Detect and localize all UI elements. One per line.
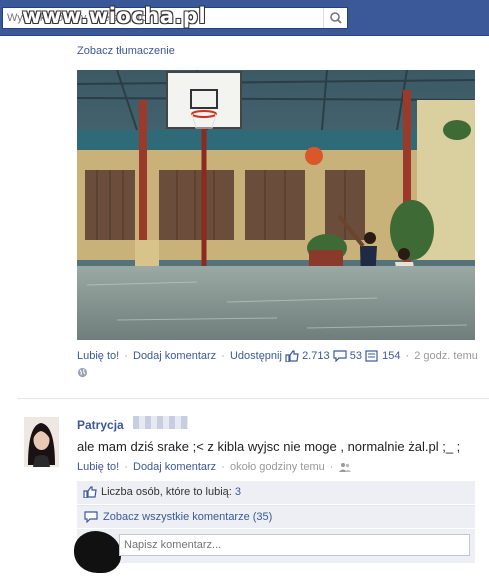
shares-count: 154 bbox=[382, 350, 401, 363]
post-time[interactable]: 2 godz. temu bbox=[414, 350, 478, 362]
comment-text: ale mam dziś srake ;< z kibla wyjsc nie … bbox=[77, 439, 461, 454]
view-all-comments-link[interactable]: Zobacz wszystkie komentarze (35) bbox=[103, 511, 272, 523]
flooded-court-image bbox=[77, 70, 475, 340]
comment-icon bbox=[84, 511, 98, 523]
add-comment-link[interactable]: Dodaj komentarz bbox=[133, 350, 216, 362]
post-photo[interactable] bbox=[77, 70, 475, 340]
likes-summary-row: Liczba osób, które to lubią: 3 bbox=[77, 481, 475, 504]
blurred-surname bbox=[133, 416, 188, 429]
likes-summary-text: Liczba osób, które to lubią: 3 bbox=[101, 486, 241, 498]
post-actions: Lubię to! · Dodaj komentarz · Udostępnij… bbox=[77, 350, 489, 363]
likes-count: 2.713 bbox=[302, 350, 330, 363]
likes-summary-label: Liczba osób, które to lubią: bbox=[101, 486, 232, 498]
thumbs-up-icon bbox=[83, 486, 97, 498]
comment-actions: Lubię to! · Dodaj komentarz · około godz… bbox=[77, 461, 351, 473]
separator: · bbox=[124, 461, 128, 473]
see-translation-link[interactable]: Zobacz tłumaczenie bbox=[77, 45, 175, 57]
likes-stat[interactable]: 2.713 bbox=[285, 350, 330, 363]
comment-time[interactable]: około godziny temu bbox=[230, 461, 325, 473]
share-link[interactable]: Udostępnij bbox=[230, 350, 282, 362]
like-link[interactable]: Lubię to! bbox=[77, 350, 119, 362]
comments-count: 53 bbox=[349, 350, 362, 363]
share-icon bbox=[365, 350, 378, 362]
user-avatar-redacted bbox=[74, 531, 121, 573]
write-comment-row bbox=[74, 529, 475, 573]
comments-stat[interactable]: 53 bbox=[333, 350, 362, 363]
separator: · bbox=[124, 350, 128, 363]
separator: · bbox=[221, 461, 225, 473]
likes-summary-count[interactable]: 3 bbox=[235, 486, 241, 498]
search-icon bbox=[330, 12, 342, 24]
commenter-name[interactable]: Patrycja bbox=[77, 418, 124, 432]
separator: · bbox=[221, 350, 225, 363]
comment-icon bbox=[333, 350, 347, 363]
comment-like-link[interactable]: Lubię to! bbox=[77, 461, 119, 473]
thumbs-up-icon bbox=[285, 350, 299, 363]
separator: · bbox=[329, 461, 334, 473]
shares-stat[interactable]: 154 bbox=[365, 350, 400, 362]
top-bar: www.wiocha.pl bbox=[0, 0, 489, 36]
separator: · bbox=[405, 350, 410, 363]
globe-icon[interactable] bbox=[77, 367, 88, 381]
write-comment-input[interactable] bbox=[119, 534, 470, 556]
watermark: www.wiocha.pl bbox=[22, 4, 207, 28]
friends-icon[interactable] bbox=[338, 462, 351, 473]
section-divider bbox=[18, 398, 489, 399]
comment-reply-link[interactable]: Dodaj komentarz bbox=[133, 461, 216, 473]
commenter-avatar[interactable] bbox=[24, 417, 59, 467]
view-all-comments-row[interactable]: Zobacz wszystkie komentarze (35) bbox=[77, 505, 475, 528]
search-button[interactable] bbox=[323, 8, 347, 28]
